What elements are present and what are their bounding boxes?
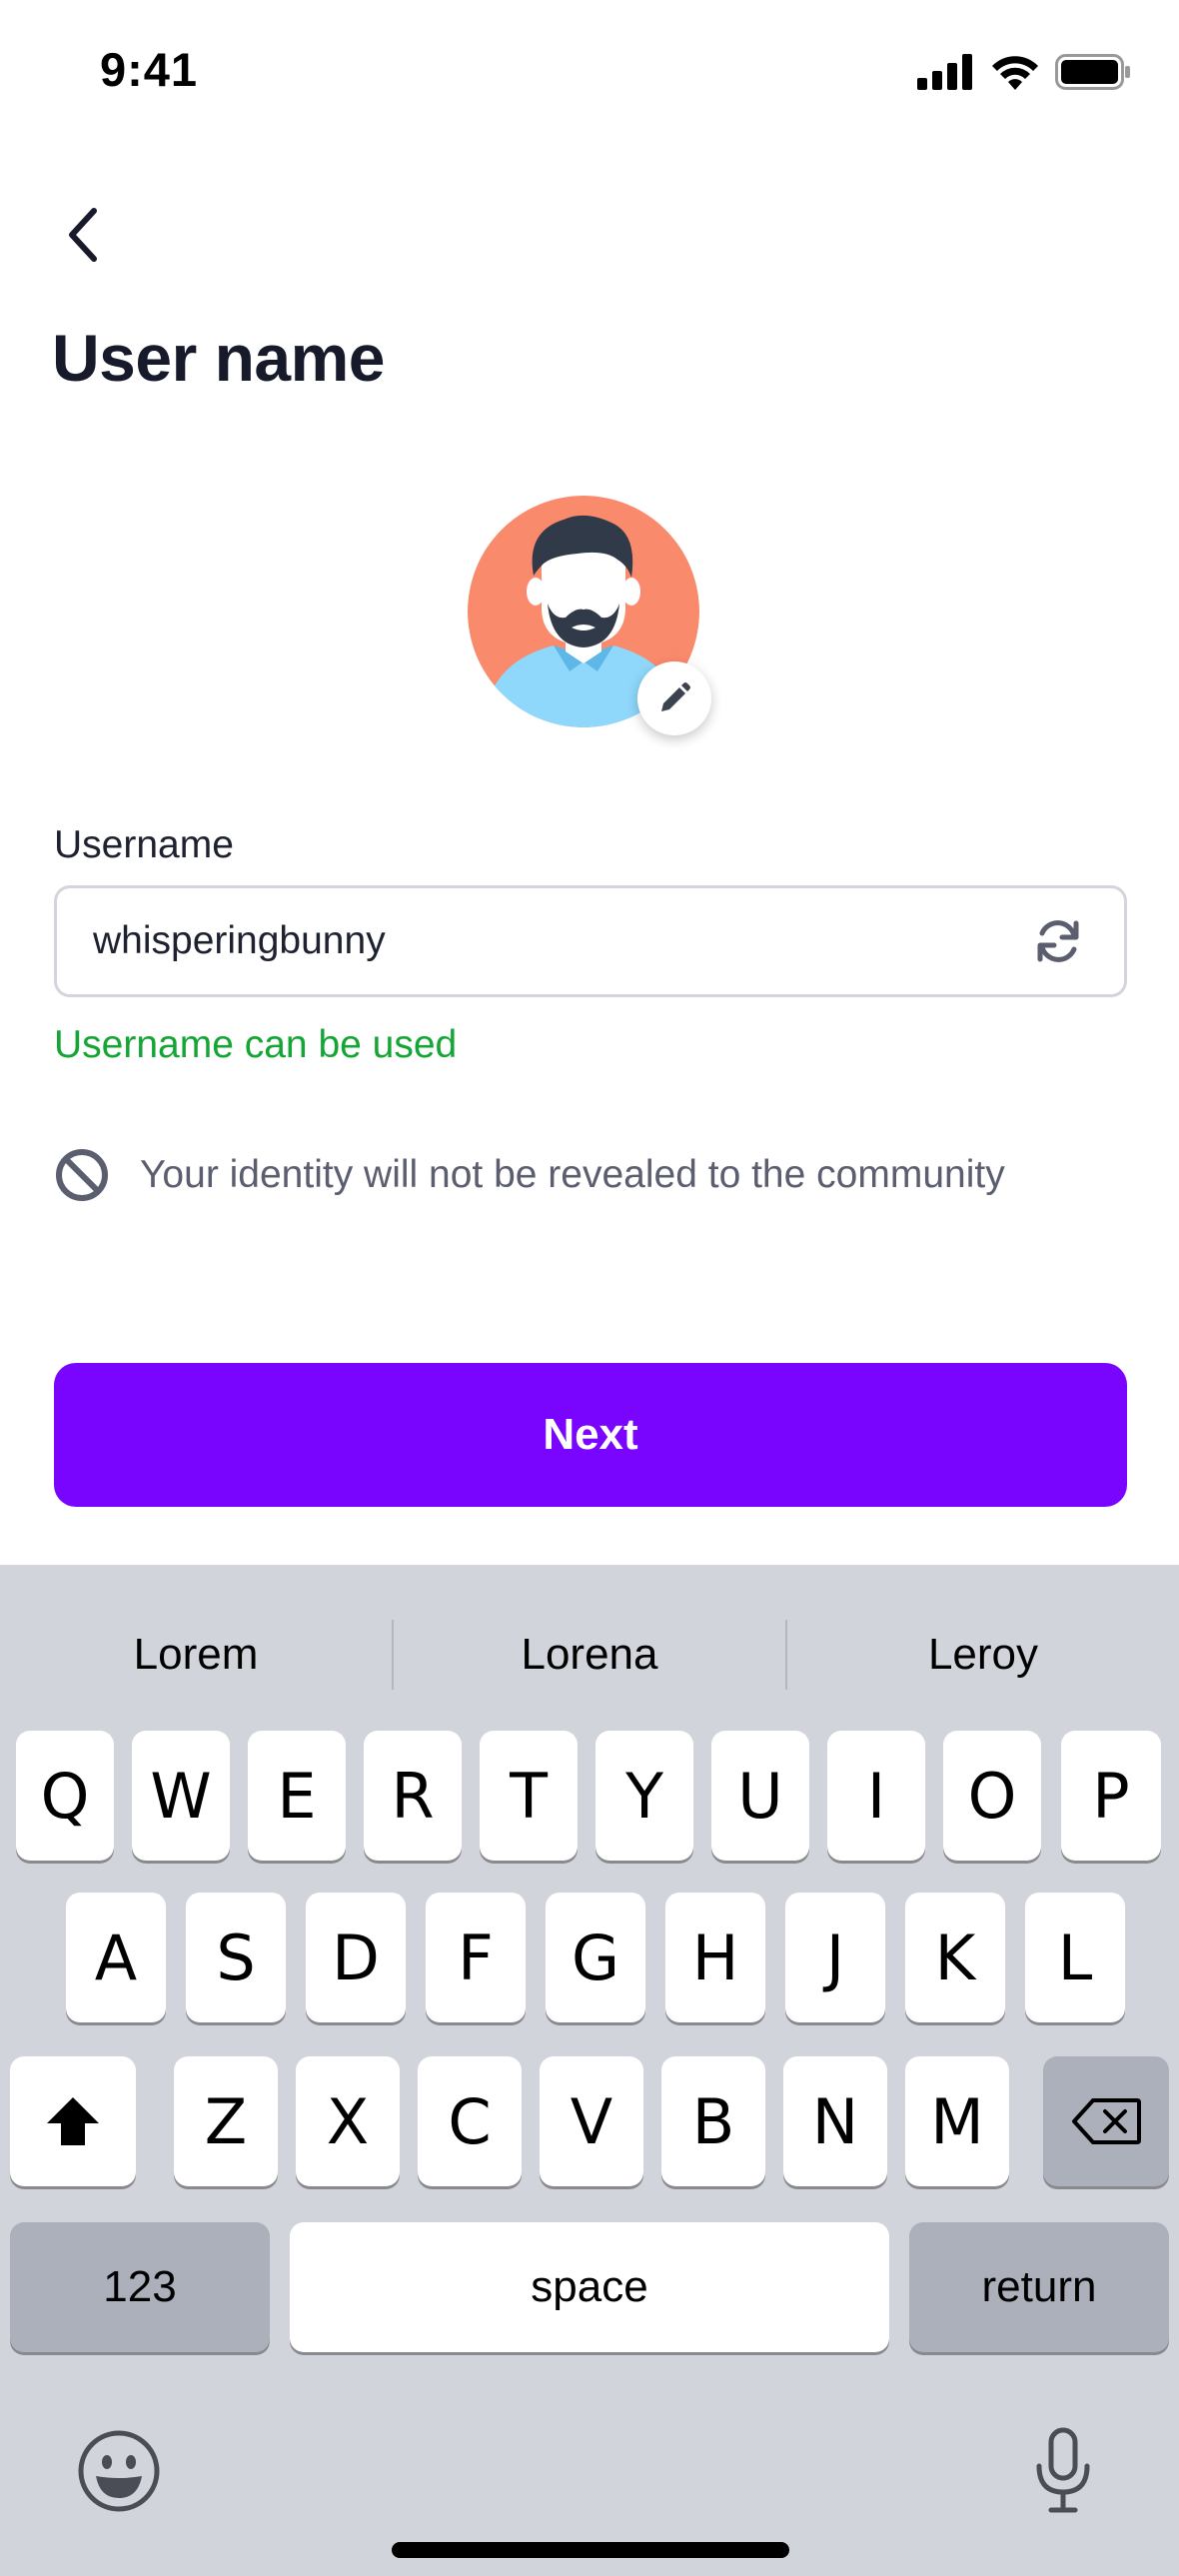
key-k[interactable]: K [905,1893,1005,2022]
chevron-left-icon [69,208,97,262]
key-c[interactable]: C [418,2056,522,2186]
key-o[interactable]: O [943,1731,1041,1861]
key-d[interactable]: D [306,1893,406,2022]
key-z[interactable]: Z [174,2056,278,2186]
numbers-key[interactable]: 123 [10,2222,270,2352]
key-y[interactable]: Y [595,1731,693,1861]
signal-icon [917,54,972,90]
key-s[interactable]: S [186,1893,286,2022]
key-g[interactable]: G [546,1893,645,2022]
username-field[interactable]: whisperingbunny [54,885,1127,997]
key-m[interactable]: M [905,2056,1009,2186]
key-r[interactable]: R [364,1731,462,1861]
username-label: Username [54,823,234,866]
backspace-icon [1072,2098,1141,2144]
key-w[interactable]: W [132,1731,230,1861]
home-indicator[interactable] [392,2542,789,2558]
identity-notice: Your identity will not be revealed to th… [54,1147,1005,1203]
emoji-icon [78,2430,160,2512]
prohibited-icon [56,1149,108,1201]
next-button[interactable]: Next [54,1363,1127,1507]
emoji-button[interactable] [74,2426,164,2516]
key-t[interactable]: T [480,1731,578,1861]
key-f[interactable]: F [426,1893,526,2022]
key-n[interactable]: N [783,2056,887,2186]
key-i[interactable]: I [827,1731,925,1861]
status-icons [917,54,1131,90]
key-p[interactable]: P [1061,1731,1161,1861]
suggestion-item[interactable]: Leroy [787,1605,1179,1705]
shift-key[interactable] [10,2056,136,2186]
key-j[interactable]: J [785,1893,885,2022]
shift-icon [47,2097,99,2145]
username-input-value[interactable]: whisperingbunny [93,919,1028,963]
microphone-button[interactable] [1033,2426,1093,2516]
key-h[interactable]: H [665,1893,765,2022]
refresh-username-button[interactable] [1028,911,1088,971]
avatar-edit-button[interactable] [637,661,711,735]
status-time: 9:41 [100,43,199,96]
page-title: User name [52,321,386,395]
status-bar: 9:41 [0,0,1179,150]
identity-notice-text: Your identity will not be revealed to th… [140,1153,1005,1196]
back-button[interactable] [54,200,114,270]
keyboard-suggestions: Lorem Lorena Leroy [0,1605,1179,1705]
key-u[interactable]: U [711,1731,809,1861]
wifi-icon [992,56,1038,90]
pencil-icon [661,682,690,711]
key-a[interactable]: A [66,1893,166,2022]
key-x[interactable]: X [296,2056,400,2186]
suggestion-item[interactable]: Lorem [0,1605,392,1705]
username-status-message: Username can be used [54,1023,458,1066]
key-l[interactable]: L [1025,1893,1125,2022]
suggestion-item[interactable]: Lorena [394,1605,785,1705]
key-v[interactable]: V [540,2056,643,2186]
backspace-key[interactable] [1043,2056,1169,2186]
return-key[interactable]: return [909,2222,1169,2352]
space-key[interactable]: space [290,2222,889,2352]
microphone-icon [1036,2427,1090,2513]
key-b[interactable]: B [661,2056,765,2186]
battery-icon [1055,54,1130,90]
avatar-container [468,496,711,735]
key-q[interactable]: Q [16,1731,114,1861]
key-e[interactable]: E [248,1731,346,1861]
refresh-icon [1037,920,1079,962]
